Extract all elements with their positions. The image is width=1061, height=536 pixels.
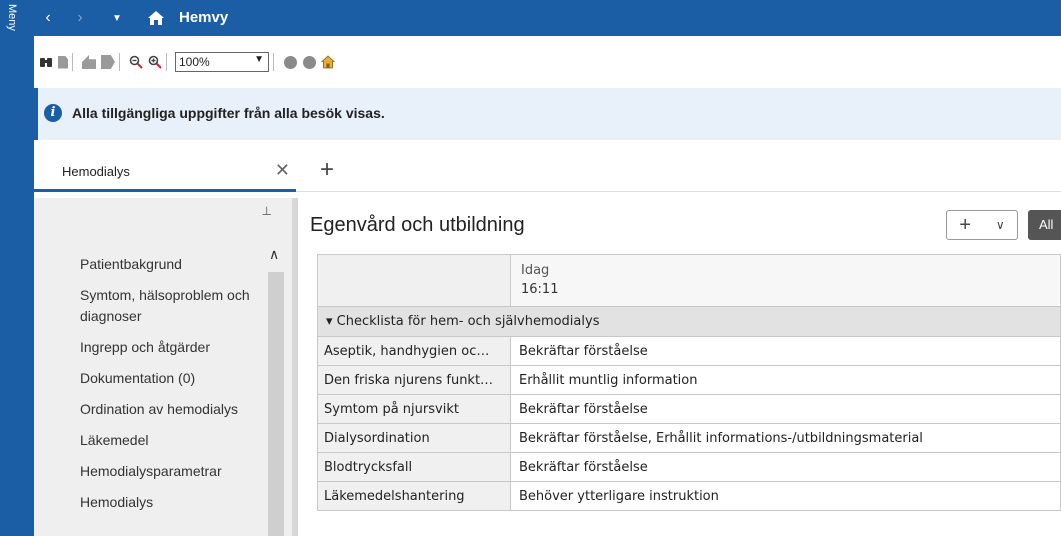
circle-icon[interactable] (284, 55, 297, 69)
column-day: Idag (521, 263, 550, 278)
column-time: 16:11 (521, 282, 559, 297)
table-row[interactable]: Den friska njurens funkt… Erhållit muntl… (317, 365, 1061, 395)
tab-bar: Hemodialys ✕ + (34, 152, 1061, 192)
add-tab-button[interactable]: + (320, 156, 334, 184)
table-header-row: Idag 16:11 (317, 254, 1061, 307)
toolbar-divider (166, 53, 167, 71)
forward-button[interactable]: › (70, 8, 90, 28)
history-dropdown-button[interactable]: ▼ (108, 8, 126, 28)
plus-icon: + (959, 213, 972, 236)
home-icon[interactable] (320, 55, 336, 69)
page-title: Hemvy (179, 9, 229, 26)
sidebar-scrollbar[interactable]: ∧ (266, 246, 286, 536)
back-button[interactable]: ‹ (38, 8, 58, 28)
table-row[interactable]: Läkemedelshantering Behöver ytterligare … (317, 481, 1061, 511)
document-icon[interactable] (58, 55, 68, 69)
circle-icon[interactable] (303, 55, 316, 69)
pin-icon[interactable]: ⊥ (262, 204, 272, 218)
row-value[interactable]: Bekräftar förståelse, Erhållit informati… (510, 423, 1061, 453)
toolbar-divider (273, 53, 274, 71)
tab-hemodialys[interactable]: Hemodialys ✕ (34, 152, 296, 192)
row-label[interactable]: Den friska njurens funkt… (317, 365, 511, 395)
zoom-value: 100% (179, 55, 210, 69)
splitter[interactable] (292, 198, 298, 536)
arrow-left-icon[interactable] (82, 55, 96, 69)
toolbar-divider (72, 53, 73, 71)
add-dropdown-button[interactable]: + ∨ (946, 210, 1018, 240)
table-row[interactable]: Blodtrycksfall Bekräftar förståelse (317, 452, 1061, 482)
row-value[interactable]: Behöver ytterligare instruktion (510, 481, 1061, 511)
main-content: Egenvård och utbildning + ∨ All Idag 16:… (300, 198, 1061, 536)
group-header-checklista[interactable]: ▾ Checklista för hem- och självhemodialy… (317, 306, 1061, 337)
app-window: Meny ‹ › ▼ Hemvy 100% ▼ i Alla tillgängl… (0, 0, 1061, 536)
row-value[interactable]: Bekräftar förståelse (510, 394, 1061, 424)
sidebar-item-ingrepp[interactable]: Ingrepp och åtgärder (80, 337, 260, 358)
info-banner: i Alla tillgängliga uppgifter från alla … (34, 88, 1061, 140)
binoculars-icon[interactable] (39, 55, 53, 69)
toolbar-divider (119, 53, 120, 71)
info-banner-text: Alla tillgängliga uppgifter från alla be… (72, 105, 385, 121)
scrollbar-thumb[interactable] (268, 272, 284, 536)
row-label[interactable]: Symtom på njursvikt (317, 394, 511, 424)
row-label[interactable]: Dialysordination (317, 423, 511, 453)
row-label[interactable]: Aseptik, handhygien oc… (317, 336, 511, 366)
sidebar-nav: Patientbakgrund Symtom, hälsoproblem och… (80, 254, 260, 523)
section-title: Egenvård och utbildning (310, 214, 525, 236)
info-icon: i (44, 104, 62, 122)
sidebar-item-symtom[interactable]: Symtom, hälsoproblem och diagnoser (80, 285, 260, 327)
chevron-down-icon: ∨ (995, 218, 1005, 232)
sidebar: ⊥ Patientbakgrund Symtom, hälsoproblem o… (34, 198, 292, 536)
sidebar-item-patientbakgrund[interactable]: Patientbakgrund (80, 254, 260, 275)
sidebar-item-hemodialysparametrar[interactable]: Hemodialysparametrar (80, 461, 260, 482)
close-icon[interactable]: ✕ (275, 160, 290, 181)
table-row[interactable]: Aseptik, handhygien oc… Bekräftar förstå… (317, 336, 1061, 366)
row-value[interactable]: Erhållit muntlig information (510, 365, 1061, 395)
sidebar-item-ordination[interactable]: Ordination av hemodialys (80, 399, 260, 420)
row-value[interactable]: Bekräftar förståelse (510, 336, 1061, 366)
toolbar: 100% ▼ (34, 48, 1061, 76)
table-row[interactable]: Symtom på njursvikt Bekräftar förståelse (317, 394, 1061, 424)
column-header-today[interactable]: Idag 16:11 (510, 254, 1061, 307)
all-button[interactable]: All (1028, 210, 1061, 240)
zoom-select[interactable]: 100% ▼ (175, 52, 269, 72)
flowsheet-table: Idag 16:11 ▾ Checklista för hem- och sjä… (317, 254, 1061, 511)
sidebar-item-hemodialys[interactable]: Hemodialys (80, 492, 260, 513)
title-bar: ‹ › ▼ Hemvy (34, 0, 1061, 36)
menu-strip[interactable]: Meny (0, 0, 34, 536)
home-icon[interactable] (144, 8, 168, 28)
table-row[interactable]: Dialysordination Bekräftar förståelse, E… (317, 423, 1061, 453)
row-label[interactable]: Blodtrycksfall (317, 452, 511, 482)
sidebar-item-dokumentation[interactable]: Dokumentation (0) (80, 368, 260, 389)
chevron-down-icon: ▼ (254, 54, 264, 65)
sidebar-item-lakemedel[interactable]: Läkemedel (80, 430, 260, 451)
chevron-up-icon[interactable]: ∧ (269, 246, 279, 263)
zoom-in-icon[interactable] (148, 55, 162, 69)
row-label[interactable]: Läkemedelshantering (317, 481, 511, 511)
arrow-right-icon[interactable] (101, 55, 115, 69)
row-value[interactable]: Bekräftar förståelse (510, 452, 1061, 482)
tab-label: Hemodialys (62, 164, 130, 179)
menu-label[interactable]: Meny (2, 4, 18, 64)
group-row[interactable]: ▾ Checklista för hem- och självhemodialy… (317, 306, 1061, 337)
header-empty-cell (317, 254, 511, 307)
zoom-out-icon[interactable] (129, 55, 143, 69)
